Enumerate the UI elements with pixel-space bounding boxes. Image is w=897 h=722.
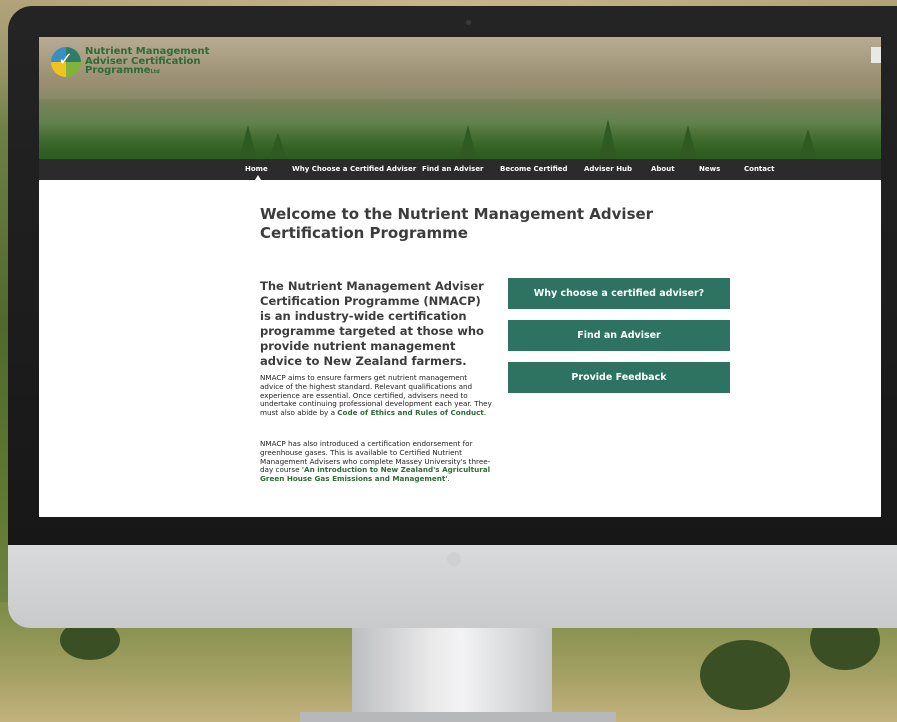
main-content: Welcome to the Nutrient Management Advis… <box>39 180 881 517</box>
hero-tree <box>269 133 287 159</box>
main-navigation: Home Why Choose a Certified Adviser Find… <box>39 159 881 180</box>
hero-tree <box>679 125 697 159</box>
hero-banner: Nutrient Management Adviser Certificatio… <box>39 37 881 159</box>
hero-tree <box>459 125 477 159</box>
camera-icon <box>466 20 471 25</box>
intro-paragraph-1: NMACP aims to ensure farmers get nutrien… <box>260 373 492 418</box>
paragraph-1-end: . <box>483 408 487 418</box>
nav-item-news[interactable]: News <box>699 159 720 180</box>
logo-line-3-suffix: Ltd <box>150 69 160 75</box>
nav-item-about[interactable]: About <box>651 159 675 180</box>
find-adviser-button[interactable]: Find an Adviser <box>508 320 730 351</box>
site-logo[interactable]: Nutrient Management Adviser Certificatio… <box>51 47 209 78</box>
paragraph-2-end: . <box>447 474 450 484</box>
hero-tree <box>799 129 817 159</box>
code-of-ethics-link[interactable]: Code of Ethics and Rules of Conduct <box>337 408 484 417</box>
nav-item-contact[interactable]: Contact <box>744 159 775 180</box>
logo-line-3: ProgrammeLtd <box>85 66 209 78</box>
logo-check-icon <box>51 47 81 78</box>
nav-item-find-adviser[interactable]: Find an Adviser <box>422 159 484 180</box>
nav-item-become-certified[interactable]: Become Certified <box>500 159 568 180</box>
intro-paragraph-2: NMACP has also introduced a certificatio… <box>260 439 492 484</box>
logo-text: Nutrient Management Adviser Certificatio… <box>85 47 209 78</box>
hero-tree <box>239 125 257 159</box>
monitor-stand <box>352 628 552 722</box>
apple-logo-icon <box>447 552 461 566</box>
logo-line-3-text: Programme <box>85 65 151 76</box>
hero-tree <box>599 119 617 159</box>
provide-feedback-button[interactable]: Provide Feedback <box>508 362 730 393</box>
background-tree <box>700 640 790 710</box>
nav-item-why-choose[interactable]: Why Choose a Certified Adviser <box>292 159 416 180</box>
page-title: Welcome to the Nutrient Management Advis… <box>260 205 654 242</box>
intro-lead-text: The Nutrient Management Adviser Certific… <box>260 279 484 368</box>
nav-item-adviser-hub[interactable]: Adviser Hub <box>584 159 632 180</box>
website-screen: Nutrient Management Adviser Certificatio… <box>39 37 881 517</box>
why-choose-button[interactable]: Why choose a certified adviser? <box>508 278 730 309</box>
search-box-edge[interactable] <box>871 47 881 63</box>
monitor-stand-base <box>300 712 616 722</box>
